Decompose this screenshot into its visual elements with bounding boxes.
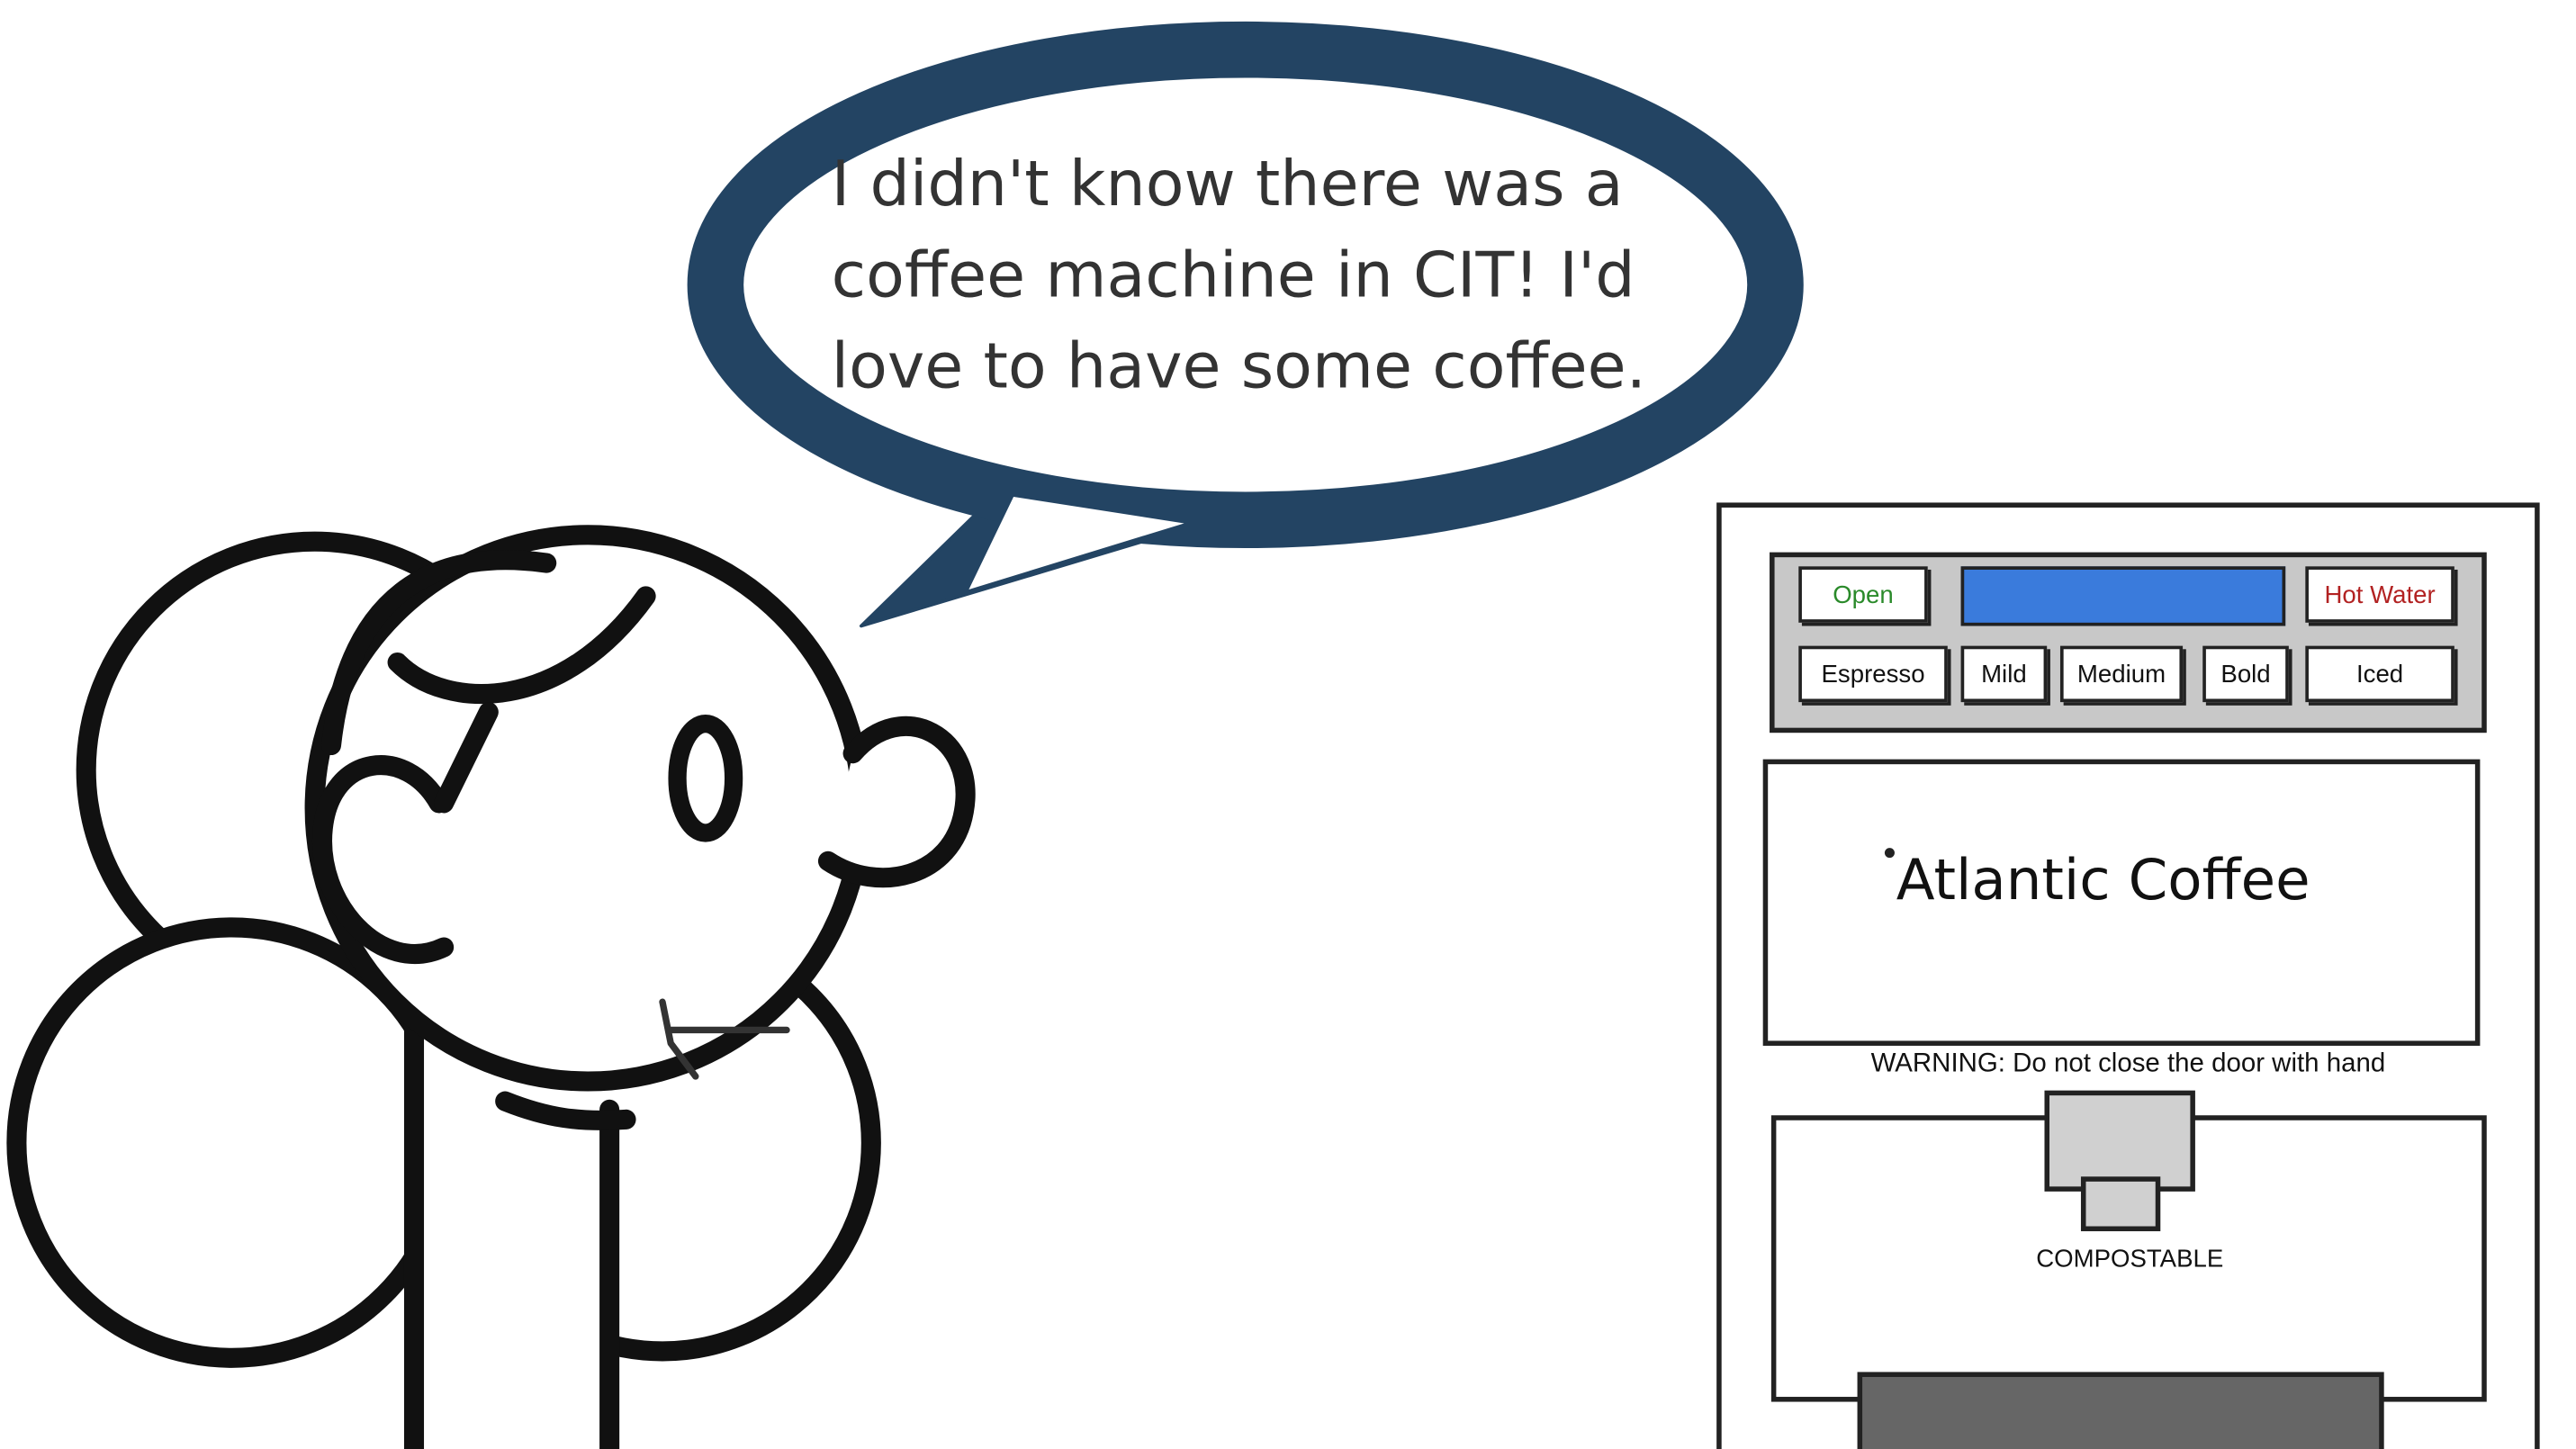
espresso-button[interactable]: Espresso <box>1798 645 1948 703</box>
dispenser-spout <box>2080 1176 2161 1232</box>
speech-line: love to have some coffee. <box>831 329 1646 403</box>
iced-button[interactable]: Iced <box>2305 645 2454 703</box>
drip-tray <box>1857 1372 2384 1449</box>
mild-button[interactable]: Mild <box>1960 645 2048 703</box>
bold-button[interactable]: Bold <box>2202 645 2289 703</box>
comic-scene: I didn't know there was a coffee machine… <box>0 0 2575 1449</box>
speech-line: coffee machine in CIT! I'd <box>831 238 1635 311</box>
speech-text: I didn't know there was a coffee machine… <box>832 140 1693 413</box>
warning-label: WARNING: Do not close the door with hand <box>1870 1049 2386 1078</box>
open-button[interactable]: Open <box>1798 566 1928 623</box>
speech-line: I didn't know there was a <box>831 147 1624 220</box>
compostable-label: COMPOSTABLE <box>2036 1245 2224 1274</box>
lcd-display <box>1960 566 2286 626</box>
hot-water-button[interactable]: Hot Water <box>2305 566 2454 623</box>
character-figure <box>6 525 976 1449</box>
brand-title: Atlantic Coffee <box>1896 848 2310 914</box>
dispenser-nozzle <box>2044 1090 2195 1192</box>
medium-button[interactable]: Medium <box>2059 645 2184 703</box>
